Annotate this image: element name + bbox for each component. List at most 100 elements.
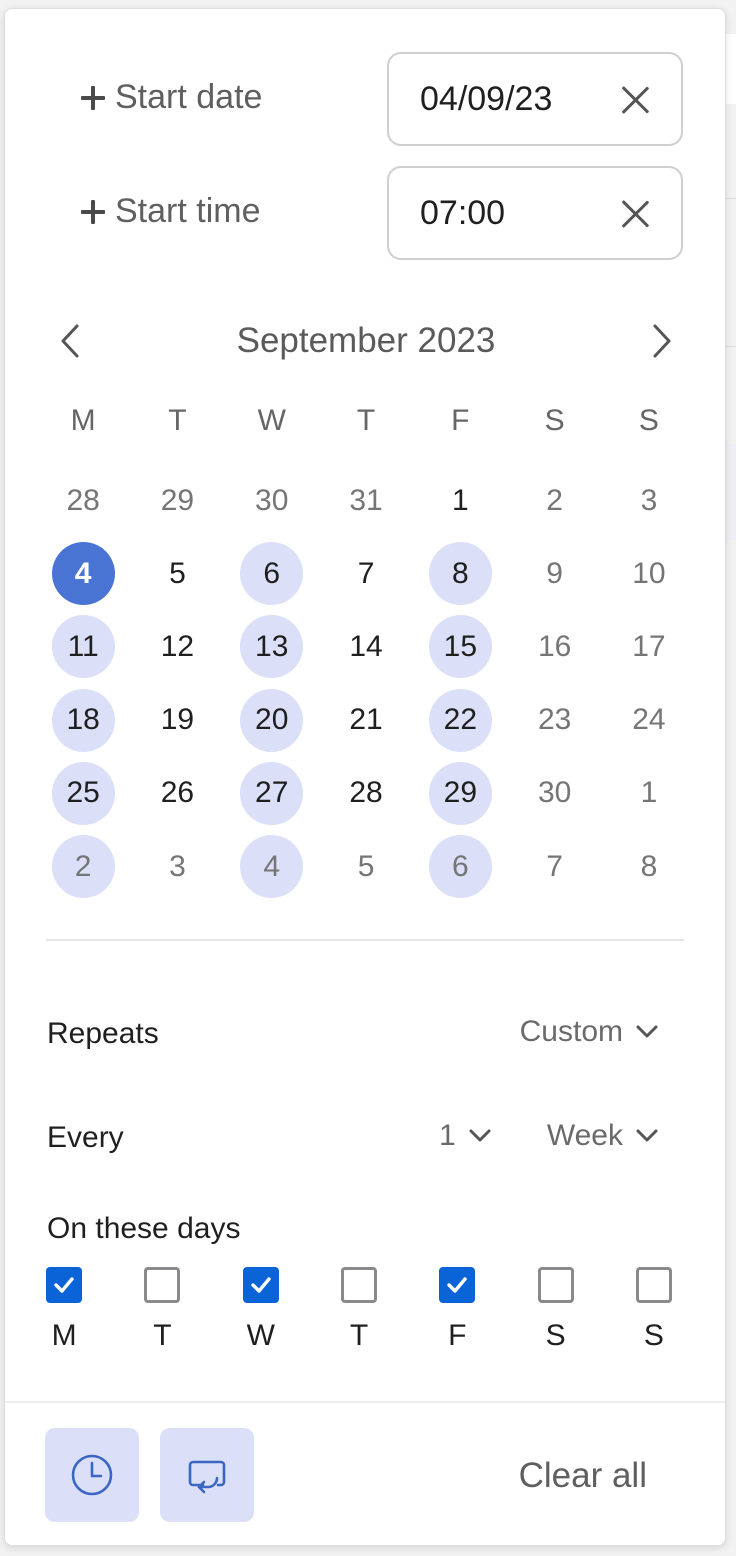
day-cell: 16 (507, 610, 601, 683)
calendar-day[interactable]: 30 (240, 469, 303, 532)
day-cell: 24 (602, 684, 696, 757)
calendar-day[interactable]: 5 (146, 542, 209, 605)
calendar-day[interactable]: 9 (523, 542, 586, 605)
start-time-input[interactable]: 07:00 (387, 166, 683, 260)
repeats-dropdown[interactable]: Custom (520, 1015, 659, 1049)
day-cell: 8 (602, 830, 696, 903)
calendar-day[interactable]: 8 (428, 542, 492, 606)
weekday-label: W (257, 404, 286, 437)
start-time-value: 07:00 (420, 193, 506, 232)
calendar-day[interactable]: 7 (335, 542, 398, 605)
calendar-day[interactable]: 24 (617, 689, 680, 752)
every-unit-dropdown[interactable]: Week (547, 1119, 659, 1153)
start-date-value: 04/09/23 (420, 79, 553, 118)
calendar-day[interactable]: 27 (240, 761, 304, 825)
calendar-day[interactable]: 11 (51, 615, 115, 679)
checkmark-icon (54, 1277, 74, 1293)
weekday-check-item: T (310, 1267, 408, 1353)
calendar-day[interactable]: 3 (146, 835, 209, 898)
selected-day[interactable]: 4 (51, 542, 115, 606)
calendar-day[interactable]: 7 (523, 835, 586, 898)
calendar-day[interactable]: 22 (428, 688, 492, 752)
calendar-day[interactable]: 6 (240, 542, 304, 606)
calendar-day[interactable]: 17 (617, 615, 680, 678)
repeat-button[interactable] (160, 1428, 254, 1522)
calendar-day[interactable]: 23 (523, 689, 586, 752)
calendar-day[interactable]: 4 (240, 835, 304, 899)
calendar-day[interactable]: 29 (146, 469, 209, 532)
weekday-checkbox-label: W (246, 1319, 275, 1352)
month-title: September 2023 (236, 321, 496, 360)
weekday-checkbox[interactable] (341, 1267, 378, 1303)
calendar-day[interactable]: 20 (240, 688, 304, 752)
calendar-day[interactable]: 18 (51, 688, 115, 752)
calendar-day[interactable]: 8 (617, 835, 680, 898)
repeats-row: Repeats Custom (5, 1009, 725, 1059)
weekday-checkbox[interactable] (635, 1267, 672, 1303)
day-cell: 7 (507, 830, 601, 903)
day-cell: 28 (36, 464, 130, 537)
start-date-input[interactable]: 04/09/23 (387, 52, 683, 146)
day-cell: 4 (225, 830, 319, 903)
checkmark-icon (447, 1277, 468, 1293)
calendar-day[interactable]: 16 (523, 615, 586, 678)
calendar-day[interactable]: 2 (523, 469, 586, 532)
calendar-day[interactable]: 15 (428, 615, 492, 679)
calendar-day[interactable]: 5 (335, 835, 398, 898)
calendar-day[interactable]: 1 (429, 469, 492, 532)
calendar-day[interactable]: 3 (617, 469, 680, 532)
repeat-screen-icon (188, 1460, 226, 1494)
weekday-label: T (168, 404, 187, 437)
footer-divider (5, 1401, 725, 1403)
calendar-day[interactable]: 31 (335, 469, 398, 532)
add-start-date[interactable]: Start date (81, 78, 262, 117)
day-cell: 18 (36, 684, 130, 757)
close-icon[interactable] (619, 84, 651, 116)
weekday-checkbox[interactable] (242, 1267, 279, 1303)
day-cell: 29 (130, 464, 224, 537)
day-cell: 25 (36, 757, 130, 830)
every-count-dropdown[interactable]: 1 (439, 1119, 492, 1153)
weekday-checkbox[interactable] (46, 1267, 83, 1303)
chevron-down-icon (635, 1024, 659, 1040)
day-cell: 2 (36, 830, 130, 903)
day-cell: 15 (413, 610, 507, 683)
calendar-day[interactable]: 30 (523, 762, 586, 825)
chevron-right-icon[interactable] (645, 323, 677, 359)
calendar-day[interactable]: 21 (335, 689, 398, 752)
calendar-day[interactable]: 28 (335, 762, 398, 825)
start-time-label: Start time (115, 192, 261, 230)
calendar-day[interactable]: 2 (51, 835, 115, 899)
every-unit-value: Week (546, 1119, 623, 1152)
calendar-day[interactable]: 1 (617, 762, 680, 825)
day-cell: 9 (507, 537, 601, 610)
clear-all-button[interactable]: Clear all (519, 1456, 647, 1496)
weekday-checkbox-label: T (349, 1319, 369, 1352)
calendar-day[interactable]: 14 (335, 615, 398, 678)
calendar-day[interactable]: 25 (51, 761, 115, 825)
weekday-checkbox[interactable] (144, 1267, 181, 1303)
calendar-day[interactable]: 28 (52, 469, 115, 532)
day-cell: 30 (225, 464, 319, 537)
weekday-checkbox[interactable] (439, 1267, 476, 1303)
every-count-value: 1 (439, 1119, 456, 1152)
day-cell: 28 (319, 757, 413, 830)
calendar-day[interactable]: 29 (428, 761, 492, 825)
calendar-grid: 28 29 30 31 1 2 3 4 5 6 7 8 9 10 11 12 13 14 15 16 17 18 19 20 2… (36, 464, 696, 903)
day-cell: 12 (130, 610, 224, 683)
calendar-day[interactable]: 12 (146, 615, 209, 678)
weekday-header: MTWTFSS (36, 401, 696, 441)
calendar-day[interactable]: 13 (240, 615, 304, 679)
close-icon[interactable] (619, 198, 651, 230)
day-cell: 2 (507, 464, 601, 537)
calendar-day[interactable]: 10 (617, 542, 680, 605)
calendar-day[interactable]: 26 (146, 762, 209, 825)
time-button[interactable] (45, 1428, 139, 1522)
weekday-label: F (451, 404, 470, 437)
calendar-day[interactable]: 19 (146, 689, 209, 752)
day-cell: 13 (225, 610, 319, 683)
add-start-time[interactable]: Start time (81, 192, 260, 231)
weekday-checkbox[interactable] (537, 1267, 574, 1303)
calendar-day[interactable]: 6 (428, 835, 492, 899)
day-cell: 3 (130, 830, 224, 903)
